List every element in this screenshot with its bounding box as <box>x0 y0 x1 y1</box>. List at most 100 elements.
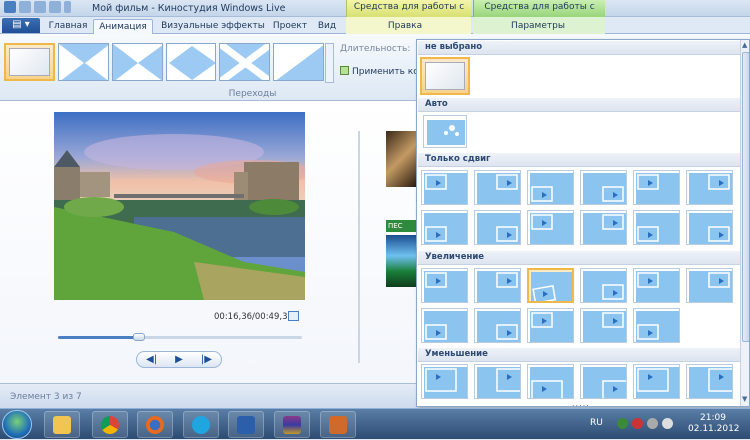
context-group-video: Средства для работы с видео <box>346 0 471 27</box>
dropdown-scrollbar[interactable]: ▲ ▼ <box>740 40 749 406</box>
ribbon-tab-bar: ▤ ▾ Главная Анимация Визуальные эффекты … <box>0 17 750 34</box>
transition-zoom-out-tile[interactable] <box>686 364 733 399</box>
title-bar: Мой фильм - Киностудия Windows Live Сред… <box>0 0 750 27</box>
transition-pan-tile[interactable] <box>421 170 468 205</box>
transition-pan-tile[interactable] <box>686 210 733 245</box>
tray-app-icon[interactable] <box>617 418 628 429</box>
transition-zoom-out-tile[interactable] <box>474 364 521 399</box>
section-zoom-in-header: Увеличение <box>418 251 740 265</box>
transition-pan-tile[interactable] <box>633 210 680 245</box>
transition-zoom-in-tile[interactable] <box>527 308 574 343</box>
scroll-thumb[interactable] <box>742 52 749 342</box>
previous-frame-icon[interactable]: ◀| <box>146 354 157 365</box>
transition-pan-tile[interactable] <box>686 170 733 205</box>
tab-options[interactable]: Параметры <box>508 19 568 34</box>
transition-zoom-in-tile[interactable] <box>421 308 468 343</box>
file-menu-button[interactable]: ▤ ▾ <box>2 18 40 33</box>
transition-thumb[interactable] <box>165 43 217 81</box>
gallery-scroll-button[interactable] <box>325 43 334 83</box>
undo-icon[interactable] <box>34 1 46 13</box>
save-icon[interactable] <box>19 1 31 13</box>
seek-handle[interactable] <box>132 333 145 341</box>
section-zoom-out-header: Уменьшение <box>418 348 740 362</box>
transition-pan-tile[interactable] <box>527 210 574 245</box>
tab-project[interactable]: Проект <box>268 19 312 34</box>
transition-zoom-in-tile[interactable] <box>527 268 574 303</box>
storyboard-clip[interactable] <box>386 131 416 187</box>
transition-zoom-out-tile[interactable] <box>527 364 574 399</box>
transition-zoom-in-tile[interactable] <box>421 268 468 303</box>
transition-zoom-in-tile[interactable] <box>580 308 627 343</box>
transition-zoom-in-tile[interactable] <box>474 268 521 303</box>
language-indicator[interactable]: RU <box>590 418 603 428</box>
transition-auto-tile[interactable] <box>423 115 467 148</box>
scroll-up-icon[interactable]: ▲ <box>742 41 747 49</box>
customize-qat-icon[interactable] <box>64 1 71 13</box>
firefox-taskbar-icon[interactable] <box>137 411 173 438</box>
tab-edit[interactable]: Правка <box>380 19 430 34</box>
section-none-header: не выбрано <box>418 41 740 55</box>
winrar-taskbar-icon[interactable] <box>274 411 310 438</box>
transition-pan-tile[interactable] <box>580 210 627 245</box>
play-icon[interactable]: ▶ <box>175 354 183 365</box>
section-auto-header: Авто <box>418 98 740 112</box>
seek-progress <box>58 336 139 339</box>
transition-zoom-in-tile[interactable] <box>686 268 733 303</box>
transition-zoom-out-tile[interactable] <box>421 364 468 399</box>
windows-taskbar: RU 21:09 02.11.2012 <box>0 408 750 439</box>
preview-frame-image <box>54 112 305 300</box>
transitions-gallery <box>4 43 324 83</box>
transition-zoom-out-tile[interactable] <box>633 364 680 399</box>
movie-maker-taskbar-icon[interactable] <box>320 411 356 438</box>
tray-volume-icon[interactable] <box>662 418 673 429</box>
transition-pan-tile[interactable] <box>474 170 521 205</box>
transition-zoom-in-tile[interactable] <box>633 308 680 343</box>
video-preview[interactable] <box>54 112 305 300</box>
transition-thumb[interactable] <box>111 43 163 81</box>
tab-visual-effects[interactable]: Визуальные эффекты <box>158 19 268 34</box>
seek-bar[interactable] <box>58 333 302 341</box>
transition-zoom-in-tile[interactable] <box>580 268 627 303</box>
tab-home[interactable]: Главная <box>46 19 90 34</box>
tray-network-icon[interactable] <box>647 418 658 429</box>
transition-pan-tile[interactable] <box>421 210 468 245</box>
playback-controls: ◀| ▶ |▶ <box>136 351 222 368</box>
transition-pan-tile[interactable] <box>580 170 627 205</box>
transition-zoom-in-tile[interactable] <box>474 308 521 343</box>
explorer-taskbar-icon[interactable] <box>44 411 80 438</box>
storyboard-divider <box>358 131 360 363</box>
tab-animation[interactable]: Анимация <box>93 19 153 34</box>
chrome-taskbar-icon[interactable] <box>92 411 128 438</box>
redo-icon[interactable] <box>49 1 61 13</box>
transition-pan-tile[interactable] <box>527 170 574 205</box>
app-menu-icon[interactable] <box>4 1 16 13</box>
scroll-down-icon[interactable]: ▼ <box>742 395 747 403</box>
tab-view[interactable]: Вид <box>313 19 341 34</box>
transition-none-thumb[interactable] <box>4 43 55 81</box>
transition-pan-tile[interactable] <box>633 170 680 205</box>
status-text: Элемент 3 из 7 <box>10 392 82 402</box>
context-group-music: Средства для работы с музыкой <box>473 0 605 27</box>
transition-zoom-out-tile[interactable] <box>580 364 627 399</box>
transition-thumb[interactable] <box>57 43 109 81</box>
transitions-dropdown: не выбрано Авто Только сдвиг Увеличение … <box>416 39 750 407</box>
apply-to-all-button[interactable]: Применить ко в <box>340 66 427 77</box>
window-title: Мой фильм - Киностудия Windows Live <box>92 3 286 14</box>
clock[interactable]: 21:09 02.11.2012 <box>688 413 740 435</box>
start-button[interactable] <box>2 410 32 439</box>
skype-taskbar-icon[interactable] <box>183 411 219 438</box>
storyboard-clip[interactable] <box>386 235 416 287</box>
transition-pan-tile[interactable] <box>474 210 521 245</box>
tray-antivirus-icon[interactable] <box>632 418 643 429</box>
next-frame-icon[interactable]: |▶ <box>201 354 212 365</box>
section-pan-only-header: Только сдвиг <box>418 153 740 167</box>
duration-label: Длительность: <box>340 44 411 54</box>
transition-thumb[interactable] <box>273 43 324 81</box>
transition-zoom-in-tile[interactable] <box>633 268 680 303</box>
fullscreen-icon[interactable] <box>288 311 299 321</box>
transition-thumb[interactable] <box>219 43 271 81</box>
clock-time: 21:09 <box>700 413 726 423</box>
word-taskbar-icon[interactable] <box>228 411 264 438</box>
timecode: 00:16,36/00:49,37 <box>214 312 293 322</box>
transition-none-tile[interactable] <box>420 57 470 95</box>
